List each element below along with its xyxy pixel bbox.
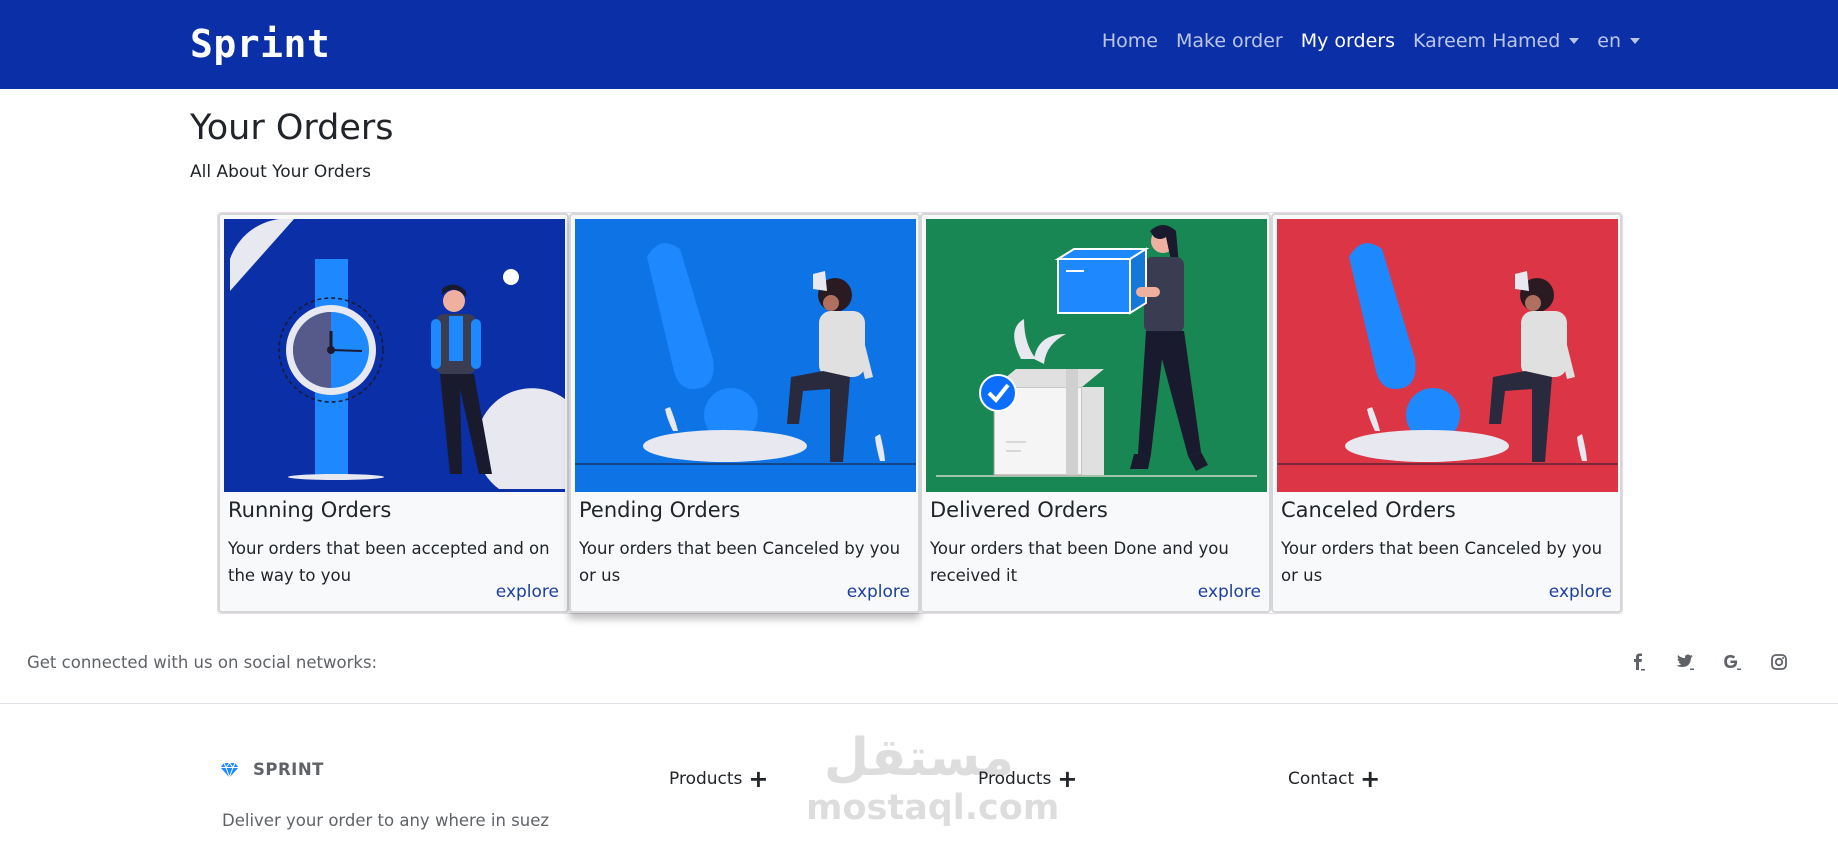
plus-icon: + xyxy=(1057,765,1078,793)
card-canceled-orders: Canceled Orders Your orders that been Ca… xyxy=(1271,213,1622,613)
card-pending-orders: Pending Orders Your orders that been Can… xyxy=(569,213,920,613)
explore-pending-link[interactable]: explore xyxy=(847,582,910,602)
gem-icon xyxy=(220,761,239,778)
footer-column-label: Products xyxy=(978,769,1052,789)
card-title: Pending Orders xyxy=(579,498,741,522)
nav-language-dropdown[interactable]: en xyxy=(1597,30,1640,52)
footer-products-toggle-2[interactable]: Products + xyxy=(978,765,1078,793)
instagram-icon[interactable] xyxy=(1768,651,1789,672)
page-subtitle: All About Your Orders xyxy=(190,162,372,182)
navbar: Sprint Home Make order My orders Kareem … xyxy=(0,0,1838,89)
card-text: Your orders that been accepted and on th… xyxy=(228,539,550,585)
watermark-url: mostaql.com xyxy=(806,788,1060,828)
footer-description: Deliver your order to any where in suez xyxy=(222,811,550,830)
footer-column-label: Contact xyxy=(1288,769,1355,789)
caret-down-icon xyxy=(1569,38,1580,44)
card-delivered-orders: Delivered Orders Your orders that been D… xyxy=(920,213,1271,613)
plus-icon: + xyxy=(1360,765,1381,793)
card-title: Delivered Orders xyxy=(930,498,1108,522)
page-title: Your Orders xyxy=(190,108,394,148)
canceled-orders-illustration xyxy=(1277,219,1618,492)
plus-icon: + xyxy=(748,765,769,793)
explore-running-link[interactable]: explore xyxy=(496,582,559,602)
social-connect-text: Get connected with us on social networks… xyxy=(27,653,378,672)
footer-contact-toggle[interactable]: Contact + xyxy=(1288,765,1381,793)
pending-orders-illustration xyxy=(575,219,916,492)
nav-menu: Home Make order My orders Kareem Hamed e… xyxy=(1102,30,1640,52)
footer-column-label: Products xyxy=(669,769,743,789)
user-name: Kareem Hamed xyxy=(1412,30,1561,52)
delivered-orders-illustration xyxy=(926,219,1267,492)
brand-logo[interactable]: Sprint xyxy=(190,22,330,66)
footer-brand: SPRINT xyxy=(220,760,324,779)
nav-user-dropdown[interactable]: Kareem Hamed xyxy=(1412,30,1580,52)
caret-down-icon xyxy=(1630,38,1640,44)
social-icons xyxy=(1627,651,1789,672)
card-title: Running Orders xyxy=(228,498,392,522)
running-orders-illustration xyxy=(224,219,565,492)
language-label: en xyxy=(1597,30,1621,52)
card-text: Your orders that been Done and you recei… xyxy=(930,539,1229,585)
card-text: Your orders that been Canceled by you or… xyxy=(1281,539,1603,585)
explore-canceled-link[interactable]: explore xyxy=(1549,582,1612,602)
nav-link-make-order[interactable]: Make order xyxy=(1176,30,1283,52)
card-title: Canceled Orders xyxy=(1281,498,1456,522)
nav-link-my-orders[interactable]: My orders xyxy=(1301,30,1395,52)
footer-products-toggle-1[interactable]: Products + xyxy=(669,765,769,793)
twitter-icon[interactable] xyxy=(1674,651,1695,672)
explore-delivered-link[interactable]: explore xyxy=(1198,582,1261,602)
google-icon[interactable] xyxy=(1721,651,1742,672)
card-running-orders: Running Orders Your orders that been acc… xyxy=(218,213,569,613)
card-text: Your orders that been Canceled by you or… xyxy=(579,539,901,585)
orders-card-group: Running Orders Your orders that been acc… xyxy=(217,212,1623,614)
nav-link-home[interactable]: Home xyxy=(1102,30,1158,52)
facebook-icon[interactable] xyxy=(1627,651,1648,672)
footer-divider xyxy=(0,703,1838,704)
footer-brand-name: SPRINT xyxy=(253,760,324,779)
